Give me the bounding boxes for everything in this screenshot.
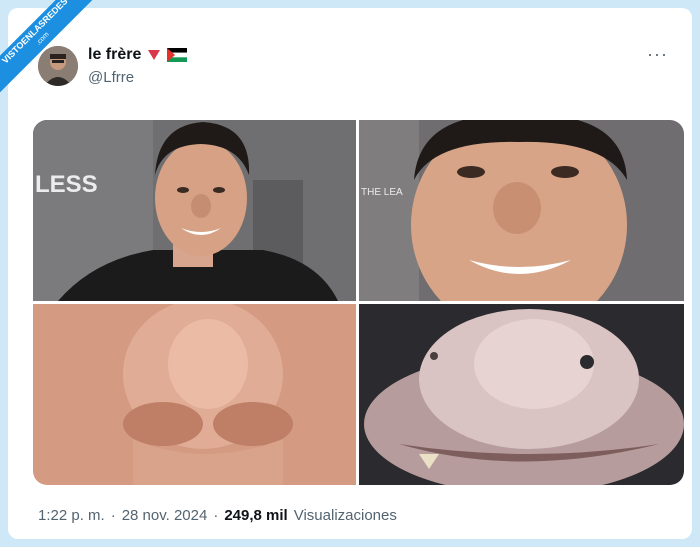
photo-blobfish[interactable]: [359, 304, 684, 485]
tweet-date[interactable]: 28 nov. 2024: [122, 507, 208, 524]
author-name-row[interactable]: le frère: [88, 46, 188, 64]
photo-man-closeup[interactable]: THE LEA: [359, 120, 684, 301]
photo-nose-closeup[interactable]: [33, 304, 356, 485]
tweet-time[interactable]: 1:22 p. m.: [38, 507, 105, 524]
more-options-icon[interactable]: ···: [647, 44, 668, 65]
photo-grid[interactable]: LESS THE LEA: [33, 120, 684, 485]
views-label: Visualizaciones: [293, 507, 397, 524]
meta-separator: ·: [213, 507, 219, 524]
views-count: 249,8 mil: [224, 507, 288, 524]
meta-separator: ·: [110, 507, 116, 524]
palestine-flag-icon: [167, 48, 188, 62]
backdrop-text: LESS: [35, 171, 98, 198]
photo-man-event[interactable]: LESS: [33, 120, 356, 301]
author-handle[interactable]: @Lfrre: [88, 69, 134, 86]
heart-icon: [148, 50, 161, 60]
tweet-card: ··· le frère @Lfrre LESS THE LEA 1:22 p.…: [8, 8, 692, 539]
backdrop-text: THE LEA: [361, 187, 403, 198]
avatar[interactable]: [38, 46, 78, 86]
tweet-meta: 1:22 p. m. · 28 nov. 2024 · 249,8 mil Vi…: [38, 507, 397, 524]
author-name[interactable]: le frère: [88, 46, 141, 64]
